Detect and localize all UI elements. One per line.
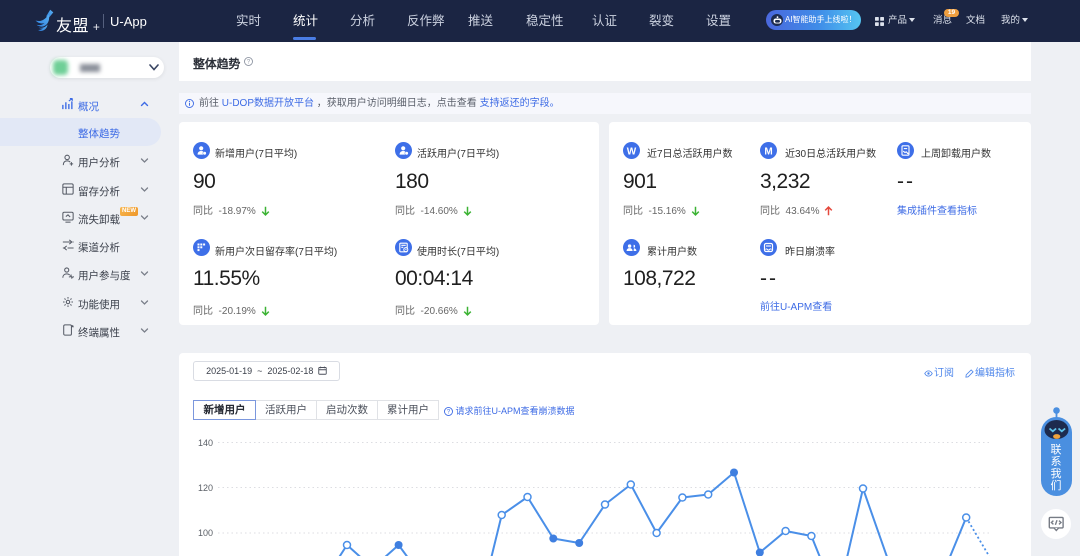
svg-text:?: ? bbox=[247, 59, 251, 66]
svg-text:们: 们 bbox=[1051, 478, 1062, 492]
svg-text:联: 联 bbox=[1051, 443, 1062, 456]
svg-text:我: 我 bbox=[1051, 467, 1062, 480]
svg-text:M: M bbox=[764, 146, 772, 157]
svg-text:?: ? bbox=[447, 408, 451, 415]
svg-text:W: W bbox=[627, 146, 637, 157]
svg-text:系: 系 bbox=[1051, 455, 1062, 468]
